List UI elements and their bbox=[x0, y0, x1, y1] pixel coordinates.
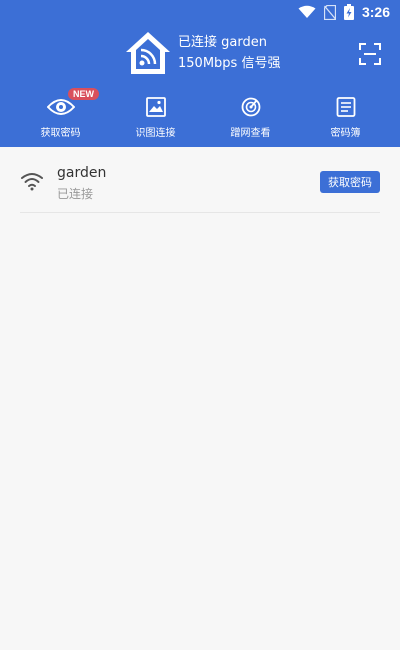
tab-label: 密码簿 bbox=[330, 128, 361, 139]
function-tabs: NEW 获取密码 识图连接 蹭网查看 密码簿 bbox=[0, 88, 400, 139]
wifi-signal-icon bbox=[21, 173, 43, 191]
app-header: 3:26 已连接 garden 150Mbps 信号强 NEW 获取密码 识图连… bbox=[0, 0, 400, 147]
network-row[interactable]: garden 已连接 获取密码 bbox=[20, 147, 380, 213]
tab-label: 获取密码 bbox=[40, 128, 81, 139]
scan-icon[interactable] bbox=[358, 42, 382, 66]
connection-status: 已连接 garden bbox=[178, 34, 267, 50]
connection-info: 已连接 garden 150Mbps 信号强 bbox=[124, 30, 280, 76]
image-icon bbox=[145, 97, 166, 117]
tab-freeloader-check[interactable]: 蹭网查看 bbox=[203, 94, 298, 139]
home-wifi-icon bbox=[126, 32, 170, 74]
tab-get-password[interactable]: NEW 获取密码 bbox=[13, 88, 108, 139]
notebook-icon bbox=[336, 97, 355, 117]
radar-icon bbox=[241, 97, 260, 117]
wifi-status-icon bbox=[298, 5, 316, 18]
network-list: garden 已连接 获取密码 bbox=[0, 147, 400, 213]
connection-speed: 150Mbps 信号强 bbox=[178, 55, 281, 71]
status-bar: 3:26 bbox=[298, 2, 390, 22]
tab-label: 识图连接 bbox=[135, 128, 176, 139]
status-time: 3:26 bbox=[361, 4, 390, 20]
eye-icon bbox=[46, 99, 75, 115]
tab-image-connect[interactable]: 识图连接 bbox=[108, 94, 203, 139]
get-password-button[interactable]: 获取密码 bbox=[320, 171, 380, 193]
tab-label: 蹭网查看 bbox=[230, 128, 271, 139]
battery-charging-icon bbox=[343, 4, 354, 20]
new-badge: NEW bbox=[68, 88, 99, 100]
tab-password-book[interactable]: 密码簿 bbox=[298, 94, 393, 139]
network-status: 已连接 bbox=[57, 187, 94, 201]
no-sim-icon bbox=[323, 4, 336, 20]
network-name: garden bbox=[57, 165, 107, 181]
